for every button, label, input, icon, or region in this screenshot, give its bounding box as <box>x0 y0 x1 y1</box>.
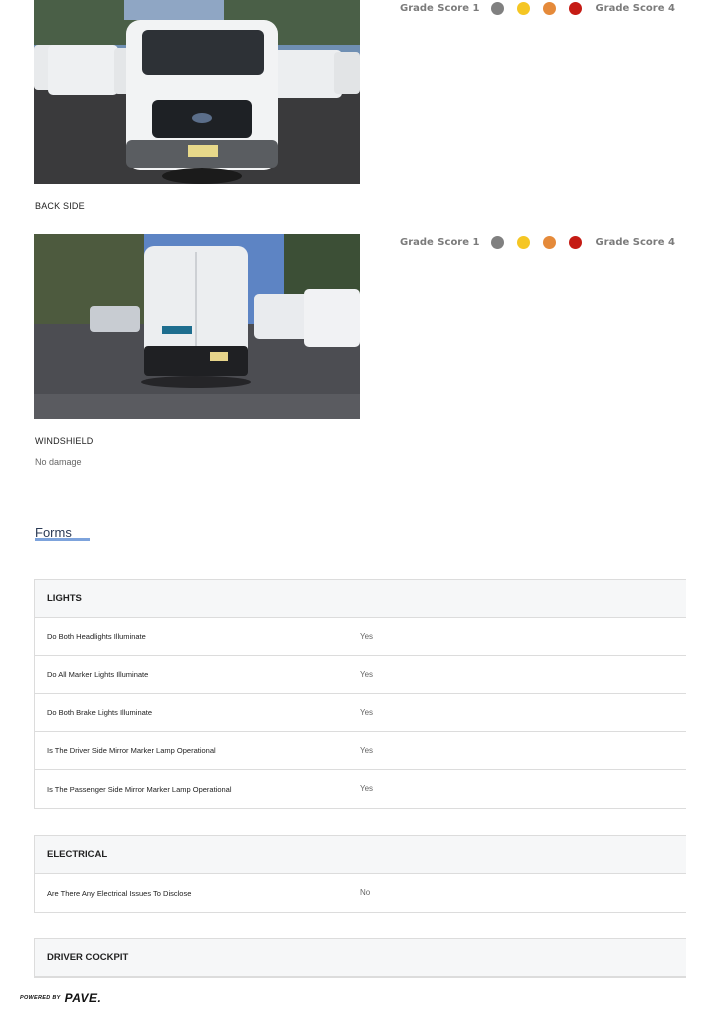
windshield-damage-note: No damage <box>35 457 82 467</box>
section-label-back-side: BACK SIDE <box>35 201 85 211</box>
form-question: Is The Passenger Side Mirror Marker Lamp… <box>47 784 232 794</box>
vehicle-photo-back[interactable] <box>34 234 360 419</box>
table-row: Do Both Headlights Illuminate Yes <box>35 618 686 656</box>
grade-dot-2[interactable] <box>517 1 531 15</box>
grade-score-min-label: Grade Score 1 <box>400 2 480 14</box>
form-answer: Yes <box>360 632 374 641</box>
table-row: Are There Any Electrical Issues To Discl… <box>35 874 686 912</box>
section-label-windshield: WINDSHIELD <box>35 436 94 446</box>
form-question: Do Both Brake Lights Illuminate <box>47 708 153 717</box>
grade-dot-3[interactable] <box>543 1 557 15</box>
form-question: Is The Driver Side Mirror Marker Lamp Op… <box>47 746 216 755</box>
powered-by-label: POWERED BY <box>20 995 61 1001</box>
form-table-lights: LIGHTS Do Both Headlights Illuminate Yes… <box>34 579 686 809</box>
table-row: Is The Driver Side Mirror Marker Lamp Op… <box>35 732 686 770</box>
grade-dot-4[interactable] <box>569 1 583 15</box>
form-answer: Yes <box>360 670 374 679</box>
table-row: Is The Passenger Side Mirror Marker Lamp… <box>35 770 686 808</box>
form-table-header: LIGHTS <box>35 580 686 618</box>
form-answer: Yes <box>360 784 374 793</box>
form-table-electrical: ELECTRICAL Are There Any Electrical Issu… <box>34 835 686 913</box>
form-question: Are There Any Electrical Issues To Discl… <box>47 888 192 898</box>
form-answer: Yes <box>360 708 374 717</box>
grade-dot-2[interactable] <box>517 235 531 249</box>
powered-by-footer[interactable]: POWERED BY PAVE. <box>20 991 101 1005</box>
grade-score-max-label: Grade Score 4 <box>595 2 675 14</box>
form-table-driver-cockpit: DRIVER COCKPIT <box>34 938 686 978</box>
grade-score-min-label: Grade Score 1 <box>400 236 480 248</box>
form-table-header: ELECTRICAL <box>35 836 686 874</box>
grade-dot-1[interactable] <box>491 1 505 15</box>
vehicle-photo-front[interactable] <box>34 0 360 184</box>
form-answer: Yes <box>360 746 374 755</box>
grade-score-scale: Grade Score 1 Grade Score 4 <box>400 0 675 16</box>
grade-dot-3[interactable] <box>543 235 557 249</box>
forms-heading-underline <box>35 538 90 541</box>
table-row: Do Both Brake Lights Illuminate Yes <box>35 694 686 732</box>
form-table-header: DRIVER COCKPIT <box>35 939 686 977</box>
pave-logo: PAVE. <box>64 991 102 1005</box>
grade-score-scale: Grade Score 1 Grade Score 4 <box>400 234 675 250</box>
grade-dot-1[interactable] <box>491 235 505 249</box>
table-row: Do All Marker Lights Illuminate Yes <box>35 656 686 694</box>
form-question: Do All Marker Lights Illuminate <box>47 670 149 679</box>
grade-score-max-label: Grade Score 4 <box>595 236 675 248</box>
form-answer: No <box>360 888 371 897</box>
form-question: Do Both Headlights Illuminate <box>47 632 146 641</box>
grade-dot-4[interactable] <box>569 235 583 249</box>
